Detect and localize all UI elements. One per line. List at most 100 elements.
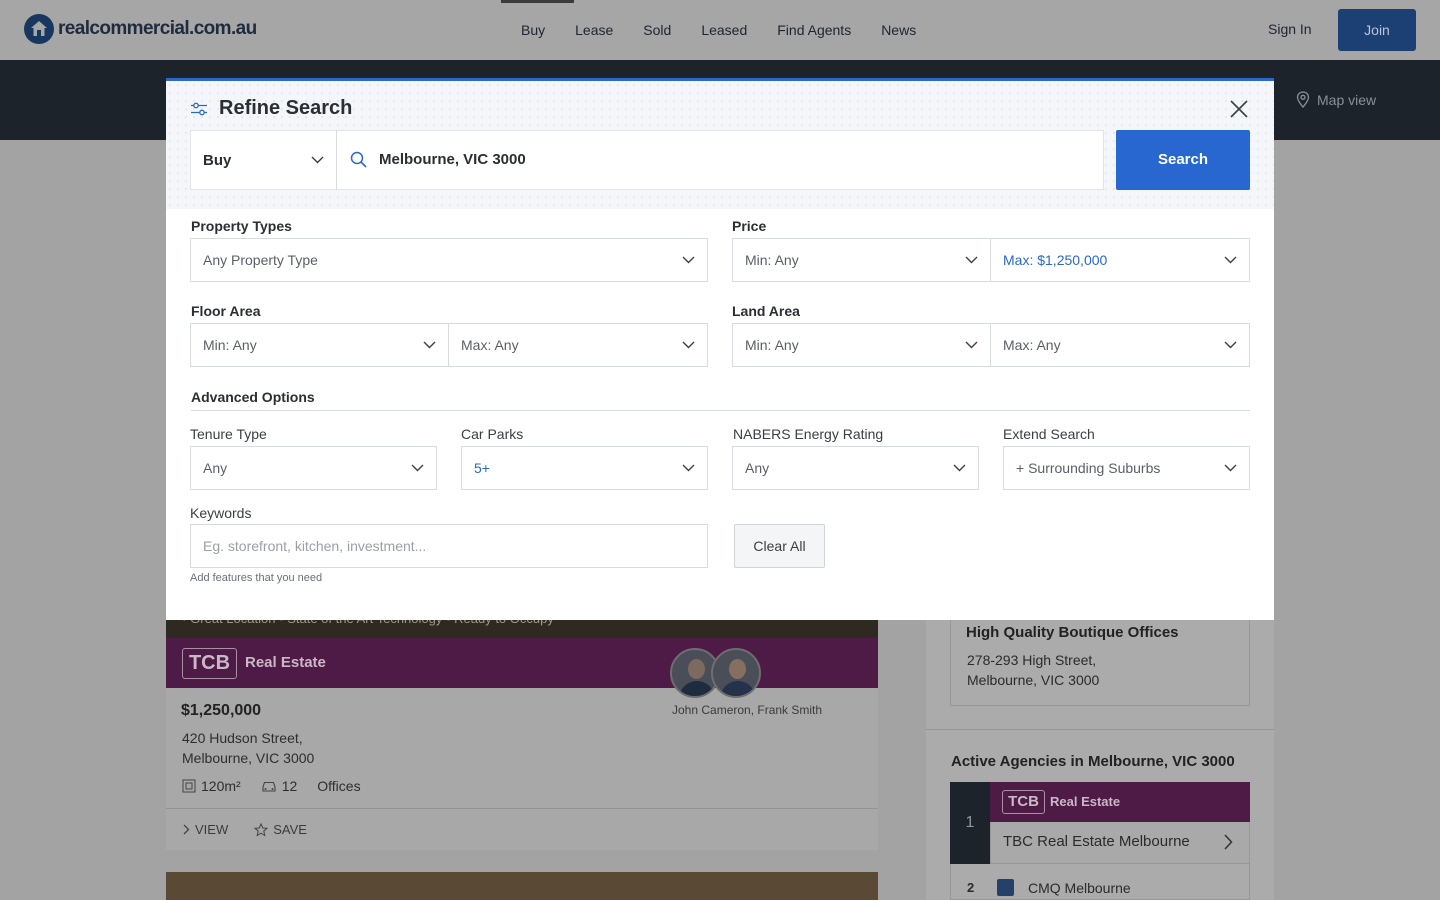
featured-address-line2: Melbourne, VIC 3000 <box>967 672 1100 688</box>
logo-text: realcommercial.com.au <box>58 18 257 39</box>
sliders-icon <box>191 102 207 115</box>
property-type-select[interactable]: Any Property Type <box>190 238 708 282</box>
agency-item-1[interactable]: 1 TCB Real Estate TBC Real Estate Melbou… <box>950 782 1250 864</box>
nabers-rating-select[interactable]: Any <box>732 446 979 490</box>
chevron-down-icon <box>953 464 966 472</box>
agency-rank: 2 <box>967 880 975 895</box>
map-view-label: Map view <box>1317 91 1377 108</box>
chevron-down-icon <box>1224 341 1237 349</box>
car-parks-label: Car Parks <box>461 426 524 442</box>
agent-names: John Cameron, Frank Smith <box>672 703 823 717</box>
search-mode-value: Buy <box>203 152 232 169</box>
land-area-min-value: Min: Any <box>745 337 799 353</box>
agent-avatar <box>711 648 761 698</box>
view-button[interactable]: VIEW <box>182 822 228 837</box>
floor-area-max-value: Max: Any <box>461 337 519 353</box>
price-max-select[interactable]: Max: $1,250,000 <box>991 238 1250 282</box>
floor-area-label: Floor Area <box>191 303 261 319</box>
featured-listing-title[interactable]: High Quality Boutique Offices <box>966 624 1179 641</box>
extend-search-select[interactable]: + Surrounding Suburbs <box>1003 446 1250 490</box>
listing-photo-next <box>166 872 878 900</box>
nav-buy[interactable]: Buy <box>500 0 575 60</box>
listing-actions: VIEW SAVE <box>182 822 307 837</box>
chevron-down-icon <box>682 464 695 472</box>
nav-sold[interactable]: Sold <box>628 0 686 60</box>
location-input[interactable]: Melbourne, VIC 3000 <box>337 130 1104 190</box>
land-area-min-select[interactable]: Min: Any <box>732 323 991 367</box>
active-agencies-title: Active Agencies in Melbourne, VIC 3000 <box>951 753 1235 770</box>
chevron-right-icon <box>183 824 190 835</box>
sidebar-divider <box>926 729 1274 730</box>
chevron-down-icon <box>411 464 424 472</box>
car-icon <box>262 781 276 792</box>
save-label: SAVE <box>273 822 307 837</box>
listing-category: Offices <box>317 778 361 794</box>
land-area-label: Land Area <box>732 303 800 319</box>
house-logo-icon <box>24 14 54 44</box>
land-area-max-value: Max: Any <box>1003 337 1061 353</box>
nav-lease[interactable]: Lease <box>560 0 628 60</box>
price-label: Price <box>732 218 767 234</box>
top-nav: realcommercial.com.au Buy Lease Sold Lea… <box>0 0 1440 60</box>
listing-meta: 120m² 12 Offices <box>182 778 361 794</box>
floor-area-min-select[interactable]: Min: Any <box>190 323 449 367</box>
agency-rank: 1 <box>950 782 990 864</box>
advanced-options-divider <box>191 410 1250 411</box>
map-view-link[interactable]: Map view <box>1296 91 1376 108</box>
search-mode-select[interactable]: Buy <box>190 130 337 190</box>
main-nav: Buy Lease Sold Leased Find Agents News <box>500 0 931 60</box>
location-value: Melbourne, VIC 3000 <box>379 151 526 168</box>
clear-all-button[interactable]: Clear All <box>734 524 825 568</box>
price-min-select[interactable]: Min: Any <box>732 238 991 282</box>
nav-leased[interactable]: Leased <box>686 0 762 60</box>
site-logo[interactable]: realcommercial.com.au <box>24 14 257 44</box>
agency-name: TBC Real Estate Melbourne <box>1003 833 1190 850</box>
car-parks-select[interactable]: 5+ <box>461 446 708 490</box>
price-max-value: Max: $1,250,000 <box>1003 252 1108 268</box>
modal-title: Refine Search <box>190 97 352 120</box>
extend-search-value: + Surrounding Suburbs <box>1016 460 1161 476</box>
floor-area-max-select[interactable]: Max: Any <box>449 323 708 367</box>
featured-listing-address: 278-293 High Street, Melbourne, VIC 3000 <box>967 650 1099 690</box>
sign-in-link[interactable]: Sign In <box>1268 21 1312 37</box>
chevron-down-icon <box>1224 464 1237 472</box>
agency-name: CMQ Melbourne <box>1028 880 1131 896</box>
keywords-placeholder: Eg. storefront, kitchen, investment... <box>203 538 427 554</box>
save-button[interactable]: SAVE <box>254 822 307 837</box>
nav-news[interactable]: News <box>866 0 931 60</box>
map-pin-icon <box>1296 91 1310 108</box>
chevron-right-icon <box>1224 834 1233 850</box>
advanced-options-title: Advanced Options <box>191 389 315 405</box>
floor-area-icon <box>182 779 196 793</box>
nabers-rating-label: NABERS Energy Rating <box>733 426 884 442</box>
keywords-label: Keywords <box>190 505 252 521</box>
listing-address-line1: 420 Hudson Street, <box>182 730 303 746</box>
join-button[interactable]: Join <box>1338 9 1416 51</box>
agency-name-row: TBC Real Estate Melbourne <box>990 822 1250 864</box>
listing-address-line2: Melbourne, VIC 3000 <box>182 750 315 766</box>
tenure-type-select[interactable]: Any <box>190 446 437 490</box>
chevron-down-icon <box>311 156 324 164</box>
land-area-max-select[interactable]: Max: Any <box>991 323 1250 367</box>
keywords-input[interactable]: Eg. storefront, kitchen, investment... <box>190 524 708 568</box>
listing-address[interactable]: 420 Hudson Street, Melbourne, VIC 3000 <box>182 728 314 768</box>
floor-area-value: 120m² <box>201 778 241 794</box>
nav-find-agents[interactable]: Find Agents <box>762 0 866 60</box>
chevron-down-icon <box>965 256 978 264</box>
close-button[interactable] <box>1228 98 1250 120</box>
chevron-down-icon <box>682 256 695 264</box>
property-type-value: Any Property Type <box>203 252 318 268</box>
chevron-down-icon <box>682 341 695 349</box>
price-min-value: Min: Any <box>745 252 799 268</box>
featured-address-line1: 278-293 High Street, <box>967 652 1097 668</box>
agency-banner: TCB Real Estate <box>990 782 1250 822</box>
search-button[interactable]: Search <box>1116 130 1250 190</box>
search-icon <box>350 151 367 168</box>
agency-logo: TCB <box>1002 790 1045 814</box>
car-parks-value: 5+ <box>474 460 490 476</box>
agency-logo-text: Real Estate <box>1050 794 1121 809</box>
agency-item-2[interactable]: 2 CMQ Melbourne <box>950 864 1250 900</box>
tenure-type-value: Any <box>203 460 228 476</box>
listing-price: $1,250,000 <box>181 702 262 719</box>
tenure-type-label: Tenure Type <box>190 426 267 442</box>
